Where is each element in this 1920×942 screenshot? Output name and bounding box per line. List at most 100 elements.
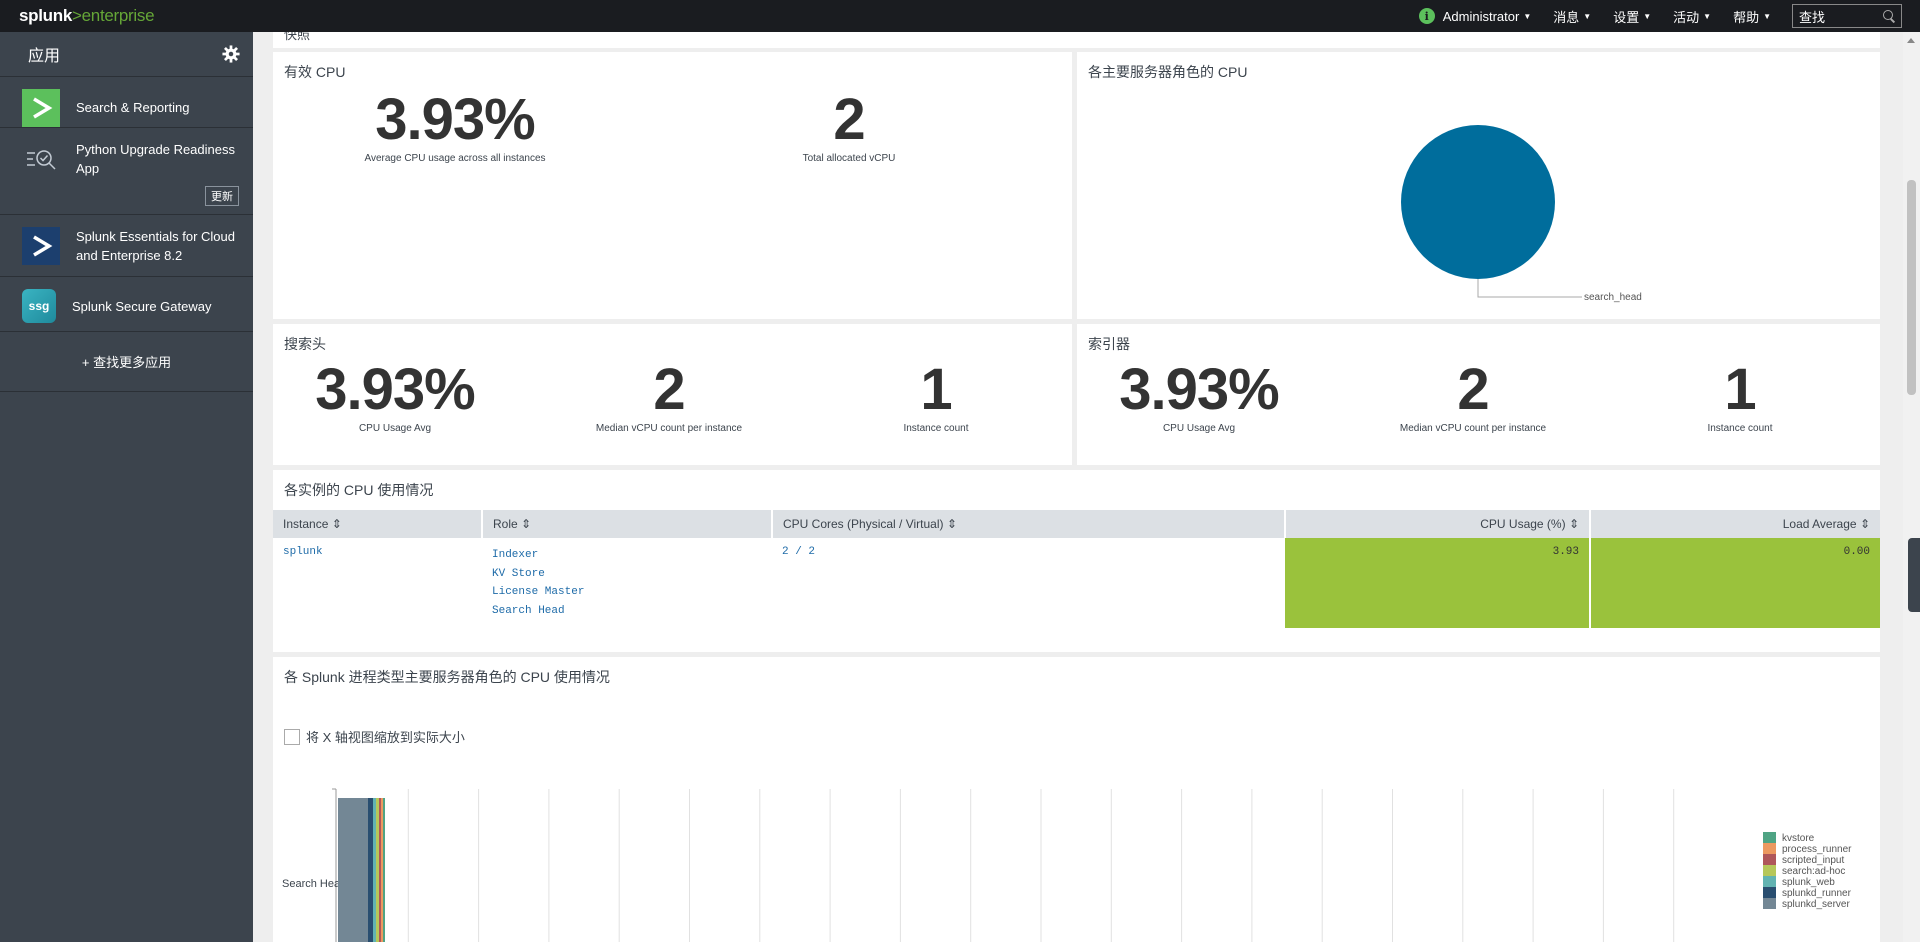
nav-settings-label: 设置: [1613, 9, 1640, 25]
single-value-label: CPU Usage Avg: [358, 423, 432, 434]
pie-label: search_head: [1584, 292, 1642, 303]
single-value-number: 1: [920, 357, 952, 422]
legend-swatch: [1763, 865, 1776, 876]
legend-label[interactable]: splunkd_runner: [1782, 888, 1852, 899]
search-box[interactable]: [1792, 4, 1902, 28]
legend-swatch: [1763, 843, 1776, 854]
caret-down-icon: ▼: [1703, 11, 1712, 21]
effective-cpu-panel: 有效 CPU 3.93% Average CPU usage across al…: [273, 52, 1072, 319]
role-item[interactable]: License Master: [492, 583, 762, 602]
instance-link[interactable]: splunk: [283, 546, 323, 558]
column-header-label: Instance: [283, 517, 329, 531]
app-item-secure-gateway[interactable]: ssg Splunk Secure Gateway: [0, 277, 253, 332]
legend-label[interactable]: kvstore: [1782, 833, 1815, 844]
legend-label[interactable]: splunk_web: [1782, 877, 1835, 888]
top-nav: i Administrator ▼ 消息 ▼ 设置 ▼ 活动 ▼ 帮助 ▼: [1408, 0, 1920, 32]
nav-administrator[interactable]: i Administrator ▼: [1408, 8, 1543, 24]
legend-label[interactable]: splunkd_server: [1782, 899, 1850, 910]
side-widget-tab[interactable]: [1908, 538, 1920, 612]
column-header-label: CPU Cores (Physical / Virtual): [783, 517, 944, 531]
pie-slice-search-head[interactable]: [1401, 125, 1555, 279]
search-reporting-icon: [22, 89, 60, 127]
single-value-number: 1: [1724, 357, 1756, 422]
role-cpu-panel: 各主要服务器角色的 CPU search_head: [1077, 52, 1880, 319]
ssg-icon: ssg: [22, 289, 56, 323]
column-header-role[interactable]: Role ⇕: [482, 510, 773, 538]
role-item[interactable]: Indexer: [492, 546, 762, 565]
role-cpu-pie-chart: search_head: [1401, 125, 1642, 303]
scroll-up-arrow-icon[interactable]: [1907, 38, 1915, 43]
column-header-cpu-cores[interactable]: CPU Cores (Physical / Virtual) ⇕: [772, 510, 1286, 538]
bar-segment-kvstore[interactable]: [383, 798, 385, 942]
app-item-python-readiness[interactable]: Python Upgrade Readiness App 更新: [0, 128, 253, 215]
single-value-label: Instance count: [1707, 423, 1773, 434]
pie-leader-line: [1477, 279, 1582, 298]
app-item-splunk-essentials[interactable]: Splunk Essentials for Cloud and Enterpri…: [0, 215, 253, 277]
python-readiness-icon: [22, 140, 60, 178]
search-input[interactable]: [1799, 8, 1879, 24]
gear-icon[interactable]: [222, 45, 240, 63]
single-value-number: 2: [833, 87, 865, 152]
y-tick-label: Search Head: [282, 878, 346, 890]
role-item[interactable]: Search Head: [492, 602, 762, 621]
sort-icon: ⇕: [1568, 517, 1579, 531]
bar-segment-splunkd-server[interactable]: [338, 798, 368, 942]
bar-segment-splunkd-runner[interactable]: [368, 798, 373, 942]
single-value-median-vcpu[interactable]: 2 Median vCPU count per instance: [1383, 357, 1563, 435]
table-row: splunk Indexer KV Store License Master S…: [273, 538, 1880, 628]
sort-icon: ⇕: [521, 517, 532, 531]
bar-segment-splunk-web[interactable]: [373, 798, 376, 942]
panel-title-partial: 快照: [284, 32, 311, 42]
nav-activity-label: 活动: [1673, 9, 1700, 25]
caret-down-icon: ▼: [1583, 11, 1592, 21]
app-item-search-reporting[interactable]: Search & Reporting: [0, 77, 253, 128]
single-value-instance-count[interactable]: 1 Instance count: [1650, 357, 1830, 435]
single-value-cpu-usage-avg[interactable]: 3.93% CPU Usage Avg: [305, 360, 485, 435]
legend-label[interactable]: search:ad-hoc: [1782, 866, 1845, 877]
logo-main-text: splunk: [19, 6, 72, 25]
bar-segment-process-runner[interactable]: [381, 798, 383, 942]
cell-cpu-cores[interactable]: 2 / 2: [772, 538, 1285, 628]
nav-help[interactable]: 帮助 ▼: [1722, 7, 1782, 26]
instances-cpu-panel: 各实例的 CPU 使用情况 Instance ⇕ Role ⇕ CPU Core…: [273, 470, 1880, 652]
column-header-label: Role: [493, 517, 518, 531]
single-value-label: Median vCPU count per instance: [1399, 423, 1547, 434]
column-header-load-average[interactable]: Load Average ⇕: [1590, 510, 1880, 538]
nav-settings[interactable]: 设置 ▼: [1602, 7, 1662, 26]
cpu-usage-value: 3.93: [1552, 546, 1579, 558]
nav-messages[interactable]: 消息 ▼: [1542, 7, 1602, 26]
single-value-median-vcpu[interactable]: 2 Median vCPU count per instance: [579, 360, 759, 435]
single-value-label: Average CPU usage across all instances: [364, 153, 546, 164]
single-value-total-vcpu[interactable]: 2 Total allocated vCPU: [779, 87, 919, 165]
bar-segment-search-ad-hoc[interactable]: [376, 798, 379, 942]
logo-separator: >: [72, 6, 82, 25]
nav-activity[interactable]: 活动 ▼: [1662, 7, 1722, 26]
cell-instance[interactable]: splunk: [273, 538, 482, 628]
column-header-label: Load Average: [1782, 517, 1857, 531]
ssg-icon-text: ssg: [28, 299, 50, 313]
scrollbar-thumb[interactable]: [1907, 180, 1916, 395]
find-more-apps-link[interactable]: + 查找更多应用: [0, 332, 253, 392]
single-value-number: 3.93%: [375, 87, 535, 152]
cell-cpu-usage: 3.93: [1285, 538, 1591, 628]
update-button[interactable]: 更新: [205, 186, 239, 206]
caret-down-icon: ▼: [1763, 11, 1771, 21]
column-header-cpu-usage[interactable]: CPU Usage (%) ⇕: [1285, 510, 1591, 538]
column-header-instance[interactable]: Instance ⇕: [273, 510, 483, 538]
nav-administrator-label: Administrator: [1442, 8, 1520, 24]
splunk-logo[interactable]: splunk>enterprise: [19, 6, 155, 26]
bar-segment-scripted-input[interactable]: [379, 798, 381, 942]
legend-label[interactable]: process_runner: [1782, 844, 1852, 855]
indexer-panel: 索引器 3.93% CPU Usage Avg 2 Median vCPU co…: [1077, 324, 1880, 465]
single-value-number: 2: [1457, 357, 1489, 422]
search-icon[interactable]: [1883, 10, 1895, 22]
single-value-instance-count[interactable]: 1 Instance count: [846, 357, 1026, 435]
single-value-cpu-usage-avg[interactable]: 3.93% CPU Usage Avg: [1109, 357, 1289, 435]
single-value-number: 3.93%: [1119, 357, 1279, 422]
load-average-value: 0.00: [1843, 546, 1870, 558]
role-item[interactable]: KV Store: [492, 565, 762, 584]
page-scrollbar[interactable]: [1903, 32, 1920, 942]
legend-label[interactable]: scripted_input: [1782, 855, 1844, 866]
caret-down-icon: ▼: [1643, 11, 1652, 21]
single-value-avg-cpu[interactable]: 3.93% Average CPU usage across all insta…: [355, 87, 555, 165]
